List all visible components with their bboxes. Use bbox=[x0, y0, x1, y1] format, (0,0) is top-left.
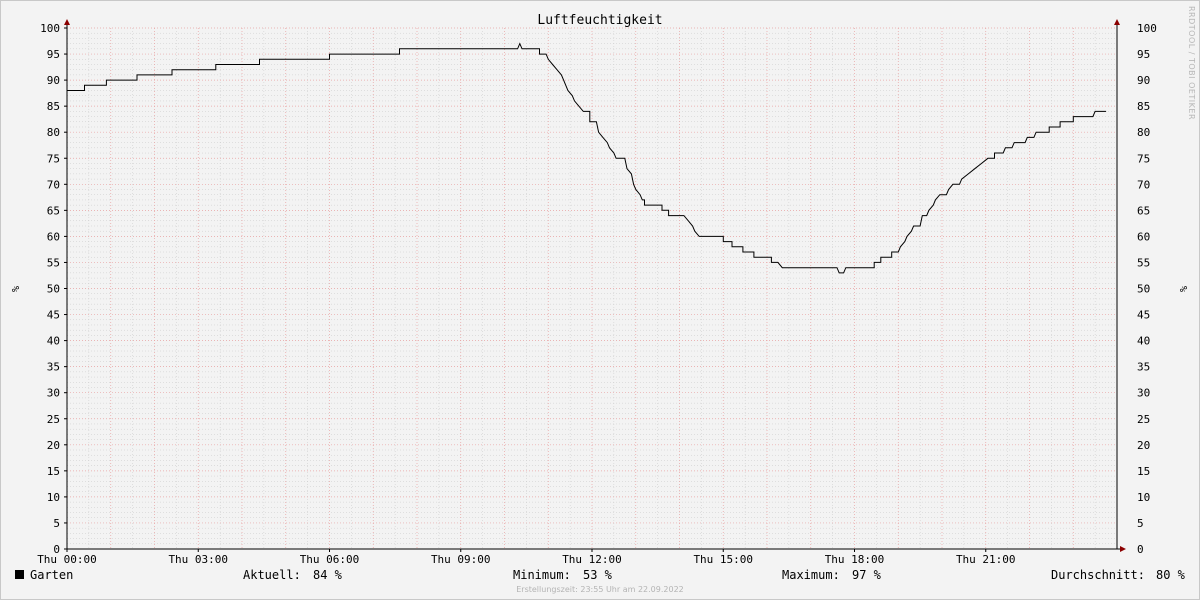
legend-min-value: 53 % bbox=[583, 568, 612, 582]
y-tick-label-left: 50 bbox=[47, 283, 60, 296]
y-tick-label-right: 45 bbox=[1137, 309, 1150, 322]
tick-labels: 0 05 510 1015 1520 2025 2530 3035 3540 4045 4550 50… bbox=[37, 22, 1157, 566]
y-tick-label-left: 10 bbox=[47, 491, 60, 504]
y-tick-label-right: 95 bbox=[1137, 48, 1150, 61]
x-tick-label: Thu 06:00 bbox=[300, 553, 360, 566]
watermark: RRDTOOL / TOBI OETIKER bbox=[1187, 6, 1196, 121]
legend-max-value: 97 % bbox=[852, 568, 881, 582]
humidity-chart: 0 05 510 1015 1520 2025 2530 3035 3540 4045 4550 50… bbox=[9, 13, 1188, 566]
y-tick-label-left: 35 bbox=[47, 361, 60, 374]
y-axis-arrow-left bbox=[64, 19, 70, 25]
y-tick-label-right: 50 bbox=[1137, 283, 1150, 296]
y-tick-label-left: 100 bbox=[40, 22, 60, 35]
y-tick-label-left: 60 bbox=[47, 230, 60, 243]
y-tick-label-right: 15 bbox=[1137, 465, 1150, 478]
y-axis-label-left: % bbox=[9, 286, 20, 292]
y-tick-label-left: 85 bbox=[47, 100, 60, 113]
creation-timestamp: Erstellungszeit: 23:55 Uhr am 22.09.2022 bbox=[516, 585, 684, 594]
y-tick-label-right: 0 bbox=[1137, 543, 1144, 556]
y-tick-label-right: 25 bbox=[1137, 413, 1150, 426]
legend-series-name: Garten bbox=[30, 568, 74, 582]
y-tick-label-left: 90 bbox=[47, 74, 60, 87]
y-tick-label-left: 25 bbox=[47, 413, 60, 426]
legend-current-label: Aktuell: bbox=[243, 568, 301, 582]
legend-min-label: Minimum: bbox=[513, 568, 571, 582]
y-tick-label-left: 45 bbox=[47, 309, 60, 322]
legend-swatch bbox=[15, 570, 24, 579]
legend-max-label: Maximum: bbox=[782, 568, 840, 582]
y-tick-label-right: 35 bbox=[1137, 361, 1150, 374]
y-axis-label-right: % bbox=[1177, 286, 1188, 292]
x-tick-label: Thu 21:00 bbox=[956, 553, 1016, 566]
y-tick-label-left: 30 bbox=[47, 387, 60, 400]
y-tick-label-right: 90 bbox=[1137, 74, 1150, 87]
y-tick-label-right: 10 bbox=[1137, 491, 1150, 504]
y-tick-label-left: 65 bbox=[47, 204, 60, 217]
legend-current-value: 84 % bbox=[313, 568, 342, 582]
x-tick-label: Thu 03:00 bbox=[168, 553, 228, 566]
y-tick-label-left: 75 bbox=[47, 152, 60, 165]
y-tick-label-right: 20 bbox=[1137, 439, 1150, 452]
y-axis-arrow-right bbox=[1114, 19, 1120, 25]
y-tick-label-right: 5 bbox=[1137, 517, 1144, 530]
legend-avg-label: Durchschnitt: bbox=[1051, 568, 1145, 582]
x-tick-label: Thu 12:00 bbox=[562, 553, 622, 566]
x-tick-label: Thu 15:00 bbox=[693, 553, 753, 566]
y-tick-label-right: 75 bbox=[1137, 152, 1150, 165]
y-tick-label-right: 55 bbox=[1137, 256, 1150, 269]
y-tick-label-left: 55 bbox=[47, 256, 60, 269]
y-tick-label-right: 70 bbox=[1137, 178, 1150, 191]
y-tick-label-right: 100 bbox=[1137, 22, 1157, 35]
y-tick-label-right: 65 bbox=[1137, 204, 1150, 217]
y-tick-label-right: 40 bbox=[1137, 335, 1150, 348]
chart-title: Luftfeuchtigkeit bbox=[537, 13, 662, 28]
x-tick-label: Thu 00:00 bbox=[37, 553, 97, 566]
grid bbox=[67, 27, 1117, 549]
y-tick-label-left: 40 bbox=[47, 335, 60, 348]
x-axis-arrow bbox=[1120, 546, 1126, 552]
x-tick-label: Thu 18:00 bbox=[825, 553, 885, 566]
y-tick-label-right: 80 bbox=[1137, 126, 1150, 139]
y-tick-label-left: 5 bbox=[53, 517, 60, 530]
x-tick-label: Thu 09:00 bbox=[431, 553, 491, 566]
y-tick-label-left: 20 bbox=[47, 439, 60, 452]
y-tick-label-right: 60 bbox=[1137, 230, 1150, 243]
y-tick-label-left: 15 bbox=[47, 465, 60, 478]
y-tick-label-left: 95 bbox=[47, 48, 60, 61]
legend-avg-value: 80 % bbox=[1156, 568, 1185, 582]
axes bbox=[64, 19, 1126, 552]
y-tick-label-right: 85 bbox=[1137, 100, 1150, 113]
y-tick-label-right: 30 bbox=[1137, 387, 1150, 400]
y-tick-label-left: 80 bbox=[47, 126, 60, 139]
y-tick-label-left: 70 bbox=[47, 178, 60, 191]
